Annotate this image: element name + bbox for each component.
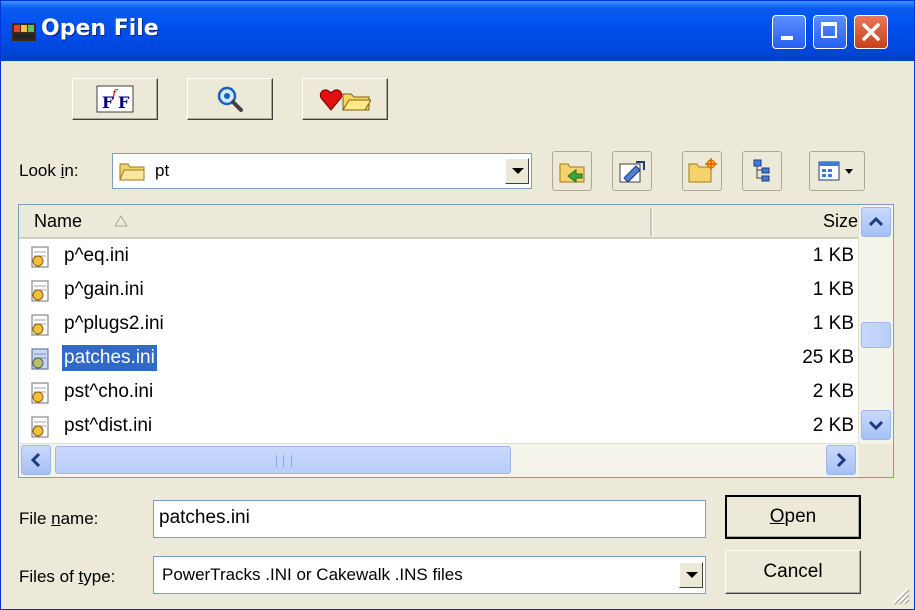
back-icon: [559, 163, 585, 183]
close-icon: [862, 23, 880, 41]
column-header-name-label: Name: [34, 211, 83, 231]
file-name: p^gain.ini: [64, 279, 144, 300]
column-header-size-label: Size: [822, 211, 858, 231]
chevron-right-icon: [836, 452, 847, 468]
open-button[interactable]: Open: [725, 495, 861, 539]
maximize-button[interactable]: [813, 15, 847, 49]
new-folder-button[interactable]: [682, 151, 722, 191]
minimize-button[interactable]: [772, 15, 806, 49]
grip-icon: [276, 455, 292, 467]
tree-view-icon: [753, 159, 770, 182]
file-list[interactable]: Name Size p^eq.ini 1 KB p^gain.ini 1 KB …: [18, 204, 894, 478]
horizontal-scroll-thumb[interactable]: [55, 446, 511, 474]
file-type-dropdown-button[interactable]: [679, 562, 703, 588]
file-name-label-pre: File: [19, 509, 52, 528]
scroll-up-button[interactable]: [861, 207, 891, 237]
ini-file-icon: [31, 382, 49, 404]
file-type-combo[interactable]: PowerTracks .INI or Cakewalk .INS files: [153, 556, 706, 594]
back-button[interactable]: [552, 151, 592, 191]
column-header-name[interactable]: Name Size: [19, 205, 860, 239]
file-name-label-post: ame:: [60, 509, 99, 528]
look-in-label-pre: Look: [19, 161, 61, 180]
favorites-icon: [319, 89, 371, 111]
open-accel: O: [769, 506, 785, 527]
file-name: pst^dist.ini: [64, 415, 153, 436]
look-in-label: Look in:: [19, 161, 79, 181]
ini-file-icon: [31, 348, 49, 370]
favorites-button[interactable]: [302, 78, 388, 120]
ini-file-icon: [31, 246, 49, 268]
look-in-combo[interactable]: pt: [112, 153, 532, 189]
scroll-left-button[interactable]: [21, 445, 51, 475]
list-item[interactable]: pst^dist.ini 2 KB: [19, 409, 860, 443]
file-size: 25 KB: [802, 347, 854, 368]
column-separator[interactable]: [650, 208, 653, 236]
svg-text:F: F: [118, 93, 130, 112]
file-name-accel: n: [51, 509, 61, 528]
sort-ascending-icon: [114, 215, 128, 227]
view-menu-button[interactable]: [809, 151, 865, 191]
view-menu-icon: [818, 161, 853, 181]
file-name-label: File name:: [19, 509, 98, 529]
chevron-down-icon: [868, 420, 884, 431]
scroll-down-button[interactable]: [861, 410, 891, 440]
file-name: patches.ini: [61, 344, 158, 372]
chevron-left-icon: [30, 452, 41, 468]
chevron-down-icon: [512, 168, 524, 174]
find-button[interactable]: [187, 78, 273, 120]
title-bar[interactable]: Open File: [1, 1, 914, 61]
file-name: pst^cho.ini: [64, 381, 154, 402]
list-item[interactable]: p^eq.ini 1 KB: [19, 239, 860, 273]
app-icon: [12, 23, 36, 41]
up-folder-icon: [619, 161, 645, 183]
resize-grip-icon[interactable]: [888, 583, 910, 605]
ini-file-icon: [31, 416, 49, 438]
file-size: 1 KB: [812, 313, 854, 334]
file-type-value: PowerTracks .INI or Cakewalk .INS files: [162, 565, 463, 584]
new-folder-icon: [688, 158, 717, 183]
list-item[interactable]: p^gain.ini 1 KB: [19, 273, 860, 307]
open-label: pen: [784, 506, 817, 527]
file-type-label: Files of type:: [19, 567, 115, 587]
cancel-button[interactable]: Cancel: [725, 550, 861, 594]
chevron-up-icon: [868, 216, 884, 227]
window-title: Open File: [41, 16, 159, 41]
file-type-label-post: ype:: [83, 567, 116, 586]
file-name: p^eq.ini: [64, 245, 129, 266]
list-item[interactable]: pst^cho.ini 2 KB: [19, 375, 860, 409]
file-name-field[interactable]: patches.ini: [153, 500, 706, 538]
scroll-right-button[interactable]: [826, 445, 856, 475]
look-in-value: pt: [155, 161, 170, 180]
minimize-icon: [781, 36, 793, 40]
vertical-scrollbar[interactable]: [858, 205, 893, 444]
horizontal-scrollbar[interactable]: [19, 443, 860, 477]
tree-view-button[interactable]: [742, 151, 782, 191]
list-item-selected[interactable]: patches.ini 25 KB: [19, 341, 860, 375]
close-button[interactable]: [854, 15, 888, 49]
look-in-label-post: n:: [64, 161, 79, 180]
ini-file-icon: [31, 280, 49, 302]
search-icon: [217, 86, 243, 112]
file-size: 2 KB: [812, 415, 854, 436]
up-folder-button[interactable]: [612, 151, 652, 191]
file-name: p^plugs2.ini: [64, 313, 164, 334]
file-type-label-pre: Files of: [19, 567, 79, 586]
maximize-icon: [821, 22, 837, 38]
folder-icon: [119, 163, 145, 181]
scrollbar-corner: [859, 444, 893, 477]
open-file-dialog: Open File F f F Look in: pt Name Size p^…: [0, 0, 915, 610]
file-size: 1 KB: [812, 245, 854, 266]
vertical-scroll-thumb[interactable]: [861, 322, 891, 348]
file-size: 2 KB: [812, 381, 854, 402]
look-in-dropdown-button[interactable]: [505, 158, 529, 184]
font-button[interactable]: F f F: [72, 78, 158, 120]
ini-file-icon: [31, 314, 49, 336]
chevron-down-icon: [686, 572, 698, 578]
file-size: 1 KB: [812, 279, 854, 300]
font-icon: F f F: [96, 85, 134, 113]
list-item[interactable]: p^plugs2.ini 1 KB: [19, 307, 860, 341]
